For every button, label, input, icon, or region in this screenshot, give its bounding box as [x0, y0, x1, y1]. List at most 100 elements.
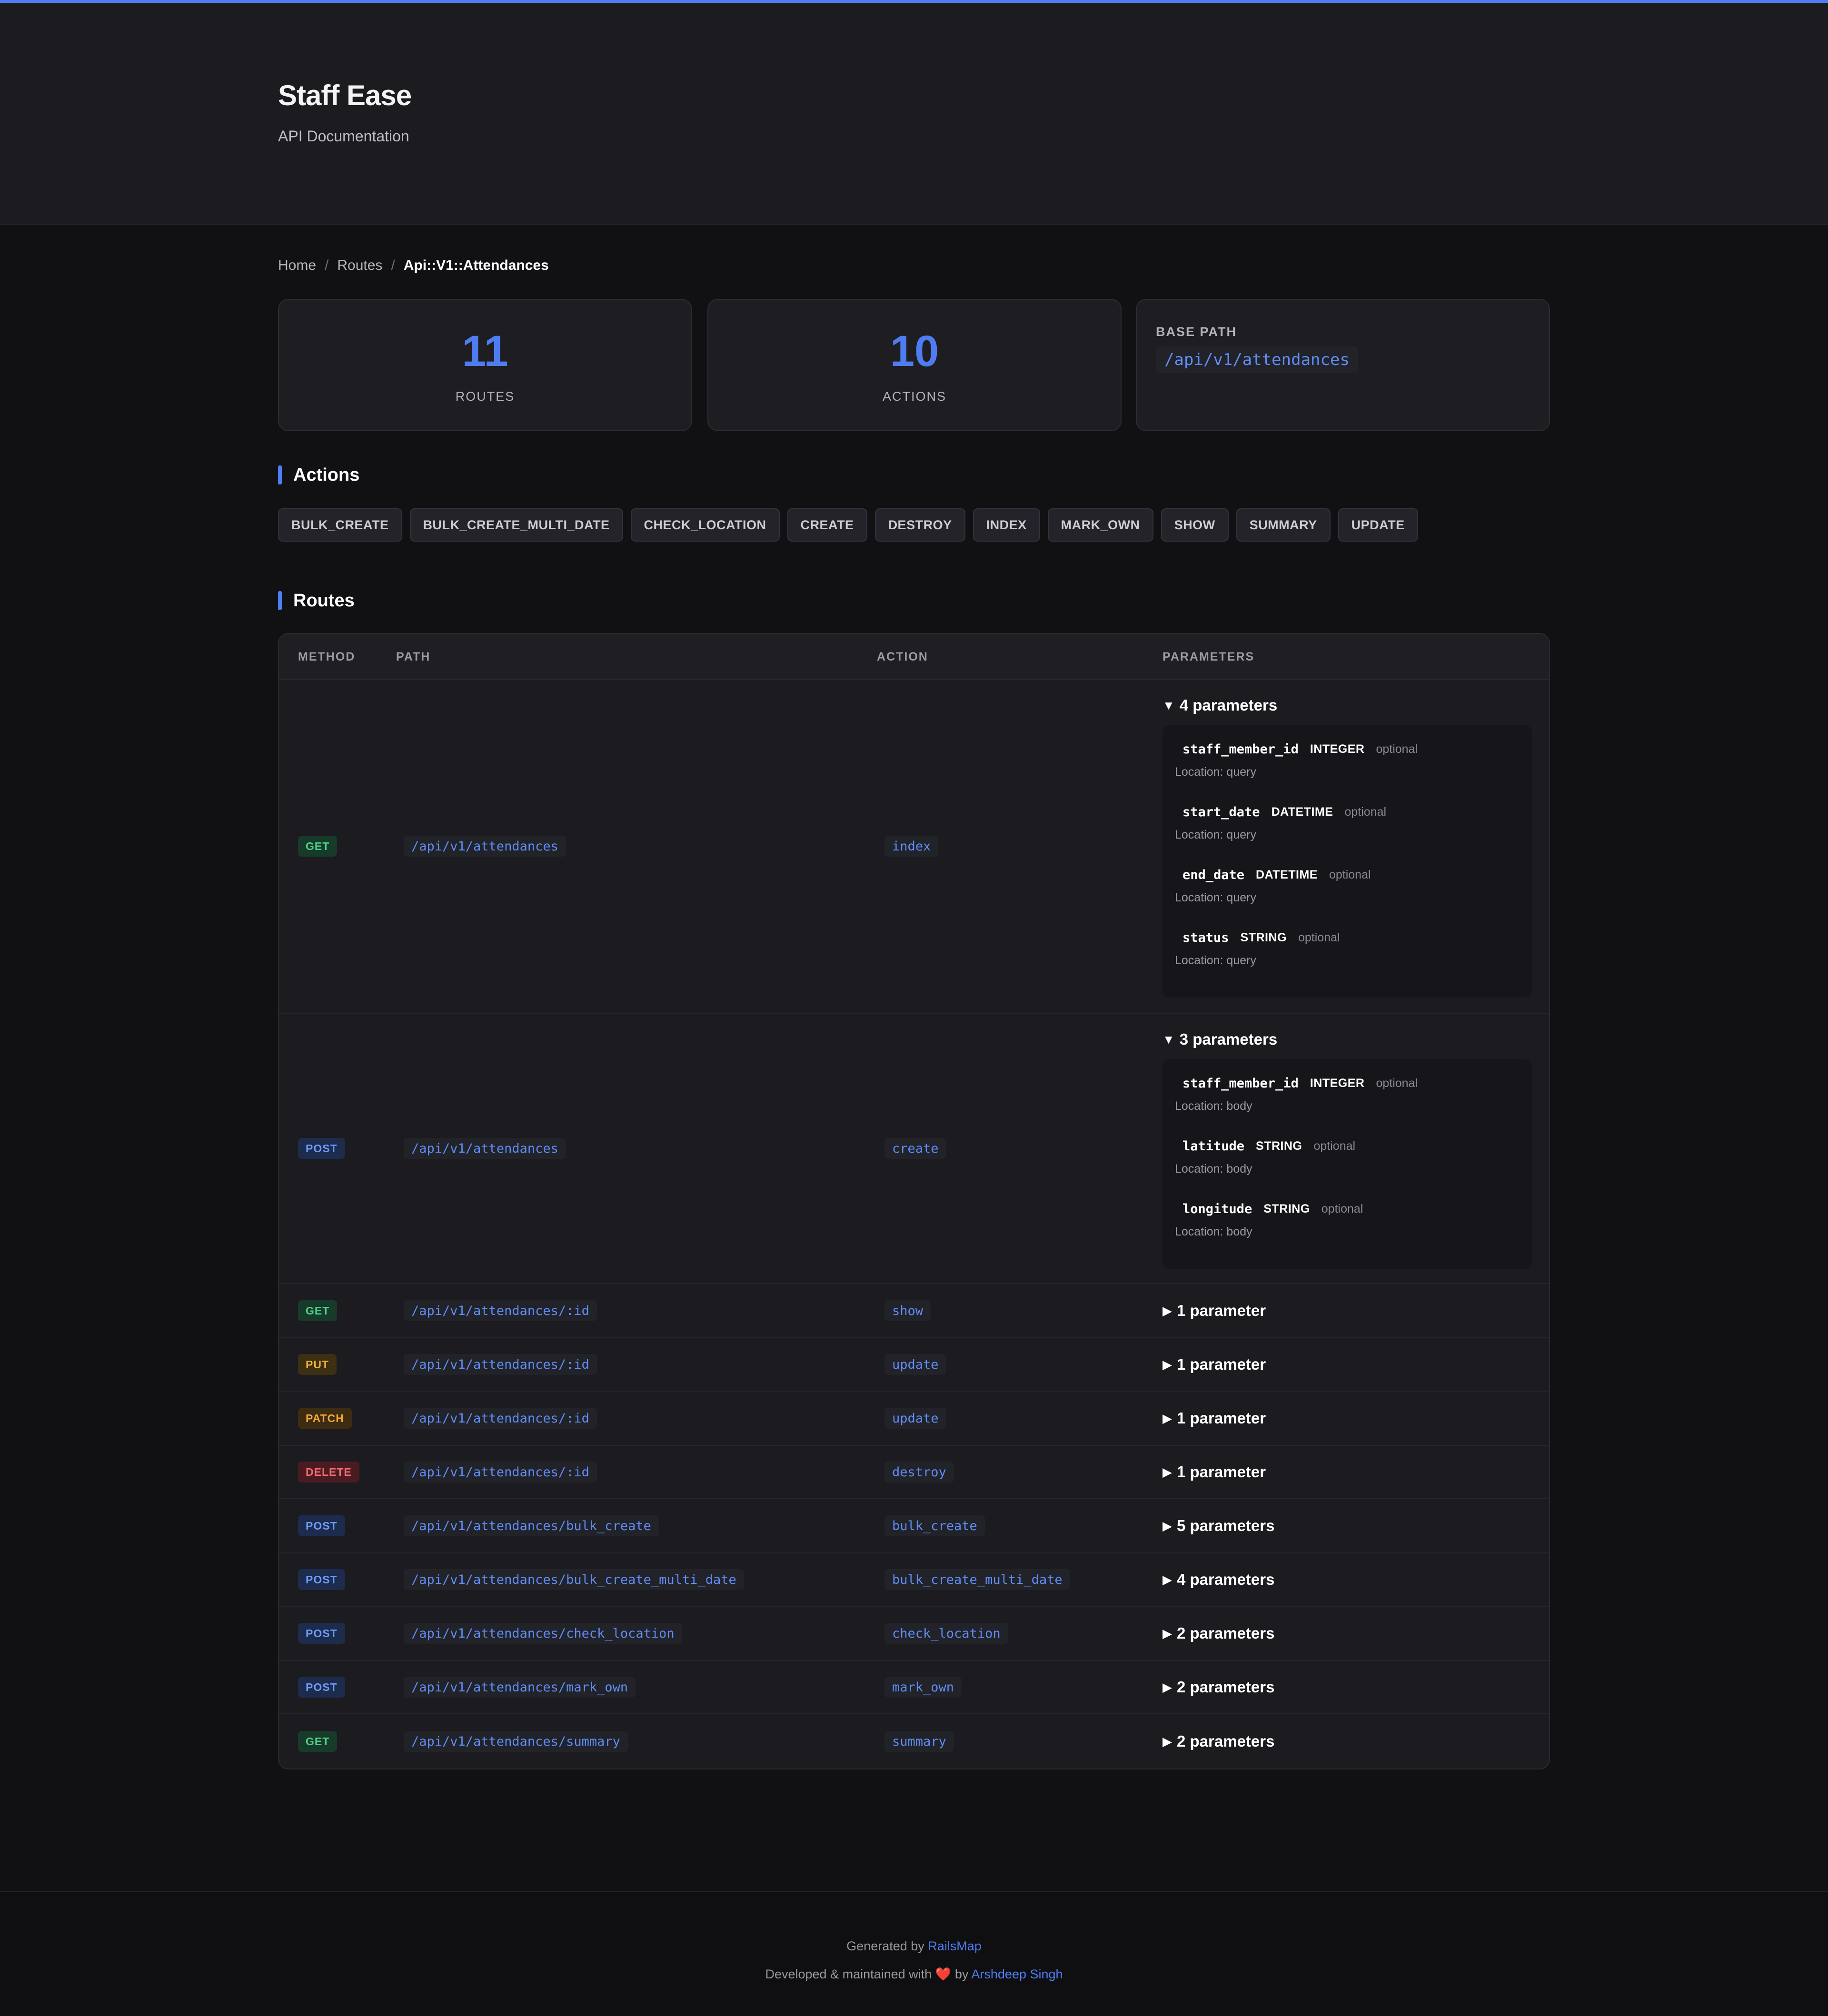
route-action: create: [884, 1138, 946, 1159]
parameters-toggle[interactable]: ▶ 1 parameter: [1162, 1354, 1266, 1375]
method-badge: GET: [298, 1731, 338, 1752]
table-row: POST/api/v1/attendances/mark_own mark_own…: [279, 1661, 1549, 1714]
method-badge: POST: [298, 1623, 345, 1644]
routes-table: METHOD PATH ACTION PARAMETERS GET/api/v1…: [278, 633, 1550, 1769]
parameters-count: 5 parameters: [1177, 1517, 1275, 1534]
table-row: PATCH/api/v1/attendances/:id update ▶ 1 par…: [279, 1392, 1549, 1446]
caret-right-icon: ▶: [1162, 1626, 1172, 1640]
parameter-item: staff_member_id INTEGER optional Location: …: [1175, 1074, 1418, 1113]
parameters-toggle[interactable]: ▶ 1 parameter: [1162, 1462, 1266, 1482]
table-header: METHOD PATH ACTION PARAMETERS: [279, 634, 1549, 680]
parameters-toggle[interactable]: ▶ 1 parameter: [1162, 1408, 1266, 1429]
method-badge: GET: [298, 1300, 338, 1321]
parameter-item: staff_member_id INTEGER optional Location: …: [1175, 740, 1418, 779]
parameters-toggle[interactable]: ▶ 2 parameters: [1162, 1731, 1274, 1752]
route-path: /api/v1/attendances/bulk_create_multi_da…: [404, 1569, 744, 1590]
action-chip: MARK_OWN: [1047, 508, 1153, 542]
route-path: /api/v1/attendances/bulk_create: [404, 1515, 659, 1536]
parameter-required-flag: optional: [1329, 868, 1371, 881]
route-path: /api/v1/attendances/:id: [404, 1462, 597, 1482]
route-path: /api/v1/attendances/:id: [404, 1408, 597, 1429]
breadcrumb-routes-link[interactable]: Routes: [337, 257, 382, 274]
table-row: POST/api/v1/attendances/check_location ch…: [279, 1607, 1549, 1661]
method-badge: POST: [298, 1677, 345, 1698]
app-title: Staff Ease: [278, 79, 412, 111]
parameter-location: Location: body: [1175, 1162, 1252, 1176]
parameter-location: Location: query: [1175, 765, 1256, 779]
parameter-location: Location: query: [1175, 954, 1256, 967]
method-badge: POST: [298, 1138, 345, 1159]
developed-by-line: Developed & maintained with ❤️ by Arshde…: [0, 1967, 1828, 1982]
railsmap-link[interactable]: RailsMap: [928, 1939, 982, 1953]
actions-stat-card: 10 ACTIONS: [707, 299, 1122, 431]
parameter-required-flag: optional: [1376, 742, 1418, 756]
parameter-location: Location: body: [1175, 1099, 1252, 1113]
parameters-toggle[interactable]: ▶ 1 parameter: [1162, 1300, 1266, 1321]
generated-by-line: Generated by RailsMap: [0, 1939, 1828, 1954]
route-path: /api/v1/attendances/mark_own: [404, 1677, 636, 1698]
caret-down-icon: ▼: [1162, 698, 1175, 712]
route-action: update: [884, 1354, 946, 1375]
table-row: POST/api/v1/attendances/bulk_create_mult…: [279, 1553, 1549, 1607]
parameter-name: longitude: [1182, 1201, 1252, 1216]
route-path: /api/v1/attendances: [404, 1138, 566, 1159]
actions-chip-list: BULK_CREATE BULK_CREATE_MULTI_DATE CHECK_L…: [278, 508, 1418, 542]
parameter-type: STRING: [1240, 930, 1287, 944]
parameters-toggle[interactable]: ▶ 2 parameters: [1162, 1677, 1274, 1698]
route-path: /api/v1/attendances/check_location: [404, 1623, 682, 1644]
breadcrumb-home-link[interactable]: Home: [278, 257, 316, 274]
author-link[interactable]: Arshdeep Singh: [971, 1967, 1063, 1981]
breadcrumb-current: Api::V1::Attendances: [403, 257, 549, 273]
caret-down-icon: ▼: [1162, 1032, 1175, 1047]
parameters-toggle[interactable]: ▼ 3 parameters: [1162, 1029, 1277, 1050]
parameters-count: 2 parameters: [1177, 1732, 1275, 1750]
parameter-type: INTEGER: [1310, 742, 1365, 756]
base-path-card: BASE PATH /api/v1/attendances: [1136, 299, 1550, 431]
parameter-type: DATETIME: [1271, 805, 1333, 819]
caret-right-icon: ▶: [1162, 1303, 1172, 1318]
route-action: show: [884, 1300, 931, 1321]
parameters-toggle[interactable]: ▶ 2 parameters: [1162, 1623, 1274, 1644]
method-badge: PATCH: [298, 1408, 352, 1429]
parameter-name: end_date: [1182, 867, 1245, 882]
parameter-item: status STRING optional Location: query: [1175, 928, 1340, 968]
by-text: by: [954, 1967, 969, 1981]
parameters-toggle[interactable]: ▼ 4 parameters: [1162, 695, 1277, 716]
route-action: update: [884, 1408, 946, 1429]
parameters-count: 4 parameters: [1177, 1571, 1275, 1588]
action-chip: SUMMARY: [1236, 508, 1331, 542]
route-path: /api/v1/attendances/:id: [404, 1354, 597, 1375]
caret-right-icon: ▶: [1162, 1411, 1172, 1425]
developed-by-text: Developed & maintained with: [765, 1967, 932, 1981]
action-chip: SHOW: [1161, 508, 1229, 542]
action-chip: CHECK_LOCATION: [630, 508, 780, 542]
method-badge: POST: [298, 1515, 345, 1536]
parameter-required-flag: optional: [1313, 1139, 1356, 1153]
actions-section-title: Actions: [278, 464, 359, 485]
parameter-name: latitude: [1182, 1138, 1245, 1154]
parameter-name: status: [1182, 930, 1229, 945]
action-chip: DESTROY: [874, 508, 965, 542]
parameter-item: start_date DATETIME optional Location: quer…: [1175, 802, 1386, 842]
parameters-toggle[interactable]: ▶ 5 parameters: [1162, 1515, 1274, 1536]
parameters-count: 1 parameter: [1177, 1409, 1266, 1427]
heart-icon: ❤️: [935, 1967, 952, 1981]
parameters-list: staff_member_id INTEGER optional Location: …: [1162, 1059, 1532, 1269]
method-badge: GET: [298, 836, 338, 857]
parameters-count: 1 parameter: [1177, 1302, 1266, 1319]
parameter-name: staff_member_id: [1182, 741, 1299, 757]
action-chip: INDEX: [973, 508, 1040, 542]
parameter-required-flag: optional: [1321, 1202, 1363, 1216]
route-action: bulk_create: [884, 1515, 985, 1536]
route-action: destroy: [884, 1462, 954, 1482]
parameter-item: end_date DATETIME optional Location: query: [1175, 865, 1371, 905]
routes-count-label: ROUTES: [455, 389, 515, 404]
route-action: bulk_create_multi_date: [884, 1569, 1070, 1590]
parameters-toggle[interactable]: ▶ 4 parameters: [1162, 1569, 1274, 1590]
table-row: PUT/api/v1/attendances/:id update ▶ 1 param…: [279, 1338, 1549, 1392]
parameter-type: STRING: [1256, 1139, 1302, 1153]
actions-count: 10: [890, 327, 939, 376]
breadcrumb-separator: /: [325, 257, 329, 273]
table-row: POST/api/v1/attendances/bulk_create bulk_…: [279, 1499, 1549, 1553]
action-chip: UPDATE: [1338, 508, 1418, 542]
